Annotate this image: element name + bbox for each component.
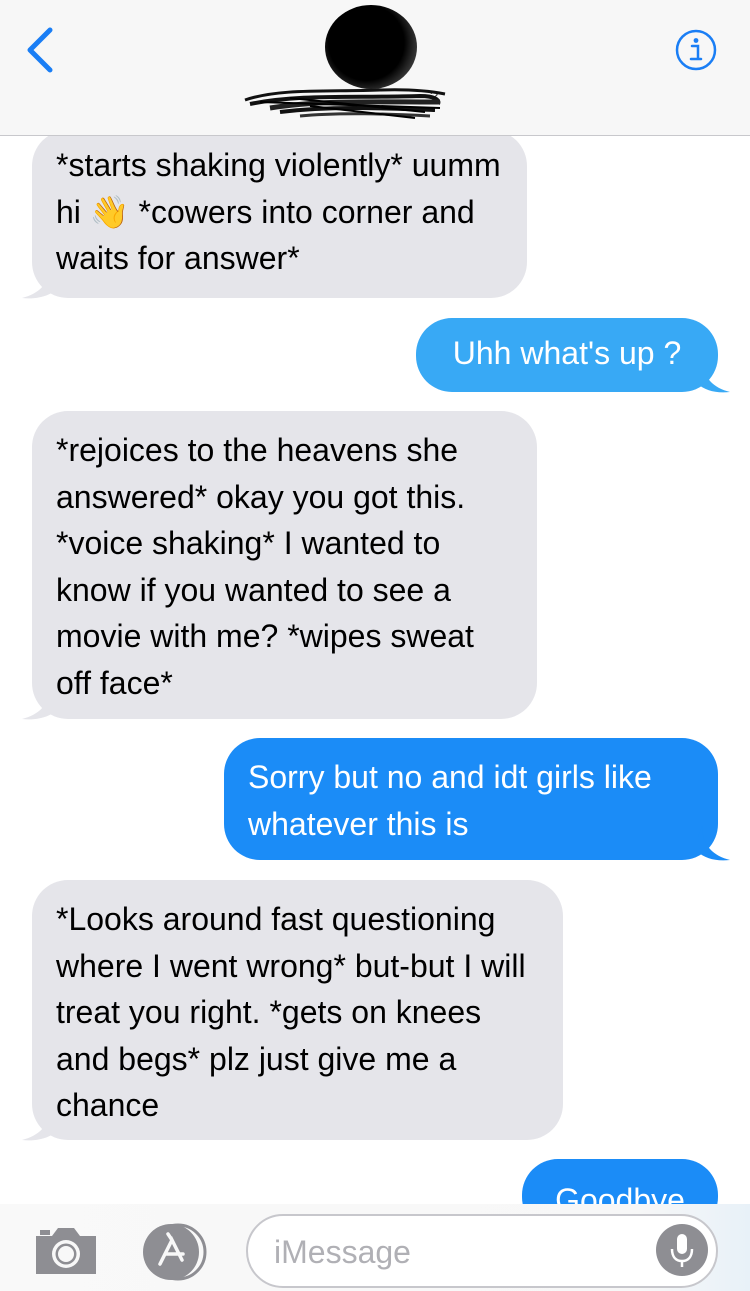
camera-button[interactable] <box>32 1222 100 1278</box>
incoming-tail <box>22 266 60 299</box>
outgoing-message[interactable]: Goodbye <box>522 1159 718 1204</box>
redaction-scribble <box>244 88 446 119</box>
app-store-button[interactable] <box>138 1222 214 1282</box>
incoming-message[interactable]: *Looks around fast questioning where I w… <box>32 880 563 1140</box>
imessage-field[interactable] <box>246 1214 718 1288</box>
app-store-icon <box>143 1223 207 1281</box>
message-thread[interactable]: *starts shaking violently* uumm hi 👋 *co… <box>0 136 750 1204</box>
incoming-message[interactable]: *rejoices to the heavens she answered* o… <box>32 411 537 719</box>
microphone-button[interactable] <box>656 1224 708 1276</box>
outgoing-tail <box>698 826 730 861</box>
chevron-left-icon <box>27 27 53 73</box>
info-button[interactable] <box>674 28 718 72</box>
outgoing-message[interactable]: Sorry but no and idt girls like whatever… <box>224 738 718 860</box>
camera-icon <box>36 1228 96 1274</box>
back-button[interactable] <box>18 22 62 78</box>
microphone-icon <box>670 1234 694 1267</box>
incoming-message[interactable]: *starts shaking violently* uumm hi 👋 *co… <box>32 136 527 298</box>
message-text-input[interactable] <box>272 1228 656 1276</box>
message-input-bar <box>0 1204 750 1291</box>
incoming-tail <box>22 687 60 720</box>
outgoing-message[interactable]: Uhh what's up ? <box>416 318 718 392</box>
contact-avatar[interactable] <box>325 5 417 89</box>
contact-name[interactable]: ? <box>240 82 450 126</box>
conversation-header: ? <box>0 0 750 136</box>
outgoing-tail <box>698 358 730 393</box>
info-icon <box>675 29 717 71</box>
incoming-tail <box>22 1108 60 1141</box>
